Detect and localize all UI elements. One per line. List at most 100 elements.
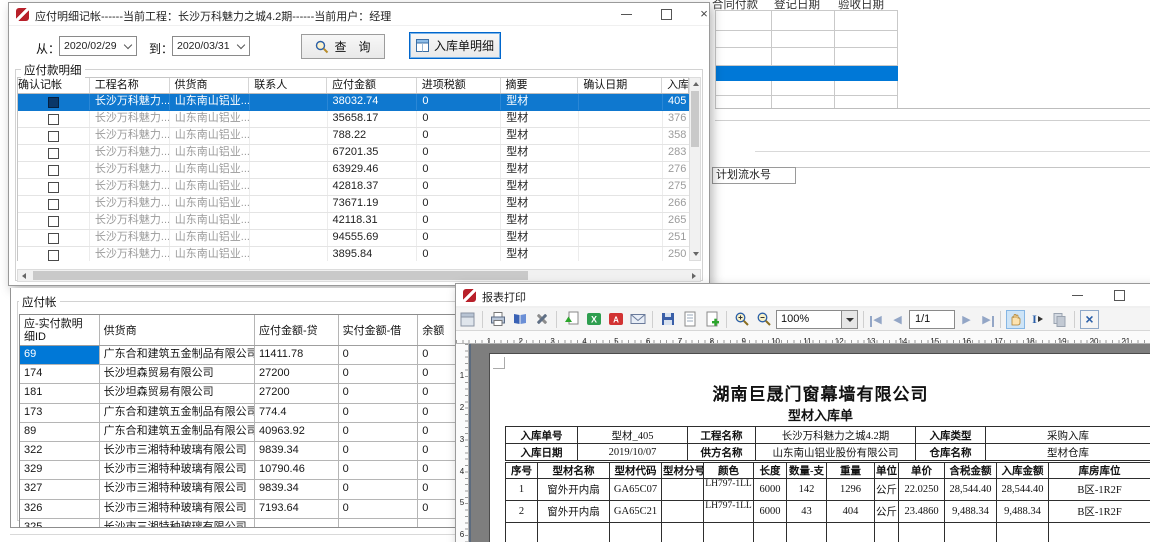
next-page-button[interactable]: ▶	[958, 313, 975, 326]
confirm-checkbox[interactable]	[48, 131, 59, 142]
info-value: 山东南山铝业股份有限公司	[756, 444, 916, 461]
hand-tool-button[interactable]	[1006, 310, 1025, 329]
page-button[interactable]	[680, 310, 699, 329]
col-header-contact: 联系人	[249, 78, 327, 93]
tools-icon[interactable]	[532, 310, 551, 329]
zoom-out-button[interactable]	[754, 310, 773, 329]
close-button[interactable]: ×	[687, 3, 721, 26]
desktop: 合同付款 登记日期 验收日期 计划流水号 应付明细记帐------当前工程：长沙…	[0, 0, 1150, 542]
ruler-number: 17	[983, 336, 1015, 344]
chevron-down-icon	[237, 41, 245, 49]
maximize-button[interactable]	[649, 3, 683, 26]
prev-page-button[interactable]: ◀	[889, 313, 906, 326]
titlebar[interactable]: 应付明细记帐------当前工程：长沙万科魅力之城4.2期------当前用户：…	[9, 3, 709, 26]
scroll-up-arrow[interactable]	[693, 82, 699, 86]
table-row[interactable]: 长沙万科魅力... 山东南山铝业... 38032.74 0 型材 405	[18, 94, 689, 111]
last-page-button[interactable]: ▶	[978, 313, 995, 326]
cell-confirm-date	[579, 94, 663, 110]
table-row[interactable]: 327 长沙市三湘特种玻璃有限公司 9839.34 0 0	[20, 480, 480, 499]
scroll-left-arrow[interactable]	[22, 273, 26, 279]
table-row[interactable]: 89 广东合和建筑五金制品有限公司 40963.92 0 0	[20, 423, 480, 442]
horizontal-scrollbar[interactable]	[17, 269, 701, 282]
scrollbar-thumb[interactable]	[691, 91, 699, 147]
confirm-checkbox[interactable]	[48, 114, 59, 125]
table-row[interactable]: 长沙万科魅力... 山东南山铝业... 788.22 0 型材 358	[18, 128, 689, 145]
export-button[interactable]	[562, 310, 581, 329]
inbound-detail-button[interactable]: 入库单明细	[409, 32, 501, 59]
first-page-button[interactable]: ◀	[869, 313, 886, 326]
confirm-checkbox[interactable]	[48, 182, 59, 193]
confirm-checkbox[interactable]	[48, 199, 59, 210]
table-row[interactable]: 长沙万科魅力... 山东南山铝业... 94555.69 0 型材 251	[18, 230, 689, 247]
excel-export-button[interactable]: X	[584, 310, 603, 329]
scrollbar-thumb[interactable]	[33, 271, 528, 280]
bg-grid-row-selected[interactable]	[716, 66, 898, 81]
table-row[interactable]: 长沙万科魅力... 山东南山铝业... 63929.46 0 型材 276	[18, 162, 689, 179]
add-page-button[interactable]	[702, 310, 721, 329]
close-button[interactable]: ×	[1144, 284, 1150, 307]
ruler-number: 15	[919, 336, 951, 344]
table-row[interactable]: 69 广东合和建筑五金制品有限公司 11411.78 0 0	[20, 346, 480, 365]
dropdown-arrow-icon[interactable]	[841, 311, 857, 328]
maximize-button[interactable]	[1102, 284, 1136, 307]
cell-project: 长沙万科魅力...	[90, 162, 170, 178]
bg-divider	[755, 151, 1150, 152]
table-row[interactable]: 173 广东合和建筑五金制品有限公司 774.4 0 0	[20, 404, 480, 423]
table-row[interactable]: 长沙万科魅力... 山东南山铝业... 67201.35 0 型材 283	[18, 145, 689, 162]
cell-detail-id: 326	[20, 500, 100, 518]
email-button[interactable]	[628, 310, 647, 329]
confirm-checkbox[interactable]	[48, 97, 59, 108]
query-button-label: 查 询	[334, 38, 370, 55]
minimize-button[interactable]	[609, 3, 643, 26]
info-value: 采购入库	[986, 427, 1150, 444]
cell-color	[704, 523, 754, 542]
confirm-checkbox[interactable]	[48, 148, 59, 159]
from-date-combo[interactable]: 2020/02/29	[59, 36, 137, 56]
bg-grid[interactable]	[715, 10, 898, 109]
copy-button[interactable]	[1050, 310, 1069, 329]
table-row[interactable]: 322 长沙市三湘特种玻璃有限公司 9839.34 0 0	[20, 442, 480, 461]
confirm-checkbox[interactable]	[48, 233, 59, 244]
scroll-down-arrow[interactable]	[693, 252, 699, 256]
cell-seq: 1	[506, 479, 538, 501]
close-preview-button[interactable]: ×	[1080, 310, 1099, 329]
confirm-checkbox[interactable]	[48, 165, 59, 176]
query-button[interactable]: 查 询	[301, 34, 385, 59]
table-row[interactable]: 长沙万科魅力... 山东南山铝业... 3895.84 0 型材 250	[18, 247, 689, 261]
to-date-combo[interactable]: 2020/03/31	[172, 36, 250, 56]
bg-grid-row[interactable]	[716, 31, 898, 48]
table-row[interactable]: 长沙万科魅力... 山东南山铝业... 35658.17 0 型材 376	[18, 111, 689, 128]
vertical-scrollbar[interactable]	[689, 77, 701, 261]
page-indicator[interactable]: 1/1	[909, 310, 955, 329]
bg-grid-row[interactable]	[716, 81, 898, 96]
cell-detail-id: 322	[20, 442, 100, 460]
form-icon[interactable]	[458, 310, 477, 329]
text-select-button[interactable]: I	[1028, 310, 1047, 329]
titlebar[interactable]: 报表打印 ×	[456, 284, 1150, 307]
table-row[interactable]: 长沙万科魅力... 山东南山铝业... 73671.19 0 型材 266	[18, 196, 689, 213]
table-row[interactable]: 325 长沙市三湘特种玻璃有限公司	[20, 519, 480, 527]
book-icon[interactable]	[510, 310, 529, 329]
table-row[interactable]: 329 长沙市三湘特种玻璃有限公司 10790.46 0 0	[20, 461, 480, 480]
confirm-checkbox[interactable]	[48, 216, 59, 227]
table-row[interactable]: 326 长沙市三湘特种玻璃有限公司 7193.64 0 0	[20, 500, 480, 519]
table-row[interactable]: 长沙万科魅力... 山东南山铝业... 42818.37 0 型材 275	[18, 179, 689, 196]
minimize-button[interactable]	[1060, 284, 1094, 307]
cell-supplier: 长沙坦森贸易有限公司	[100, 365, 255, 383]
table-row[interactable]: 181 长沙坦森贸易有限公司 27200 0 0	[20, 384, 480, 403]
zoom-in-button[interactable]	[732, 310, 751, 329]
bg-grid-row[interactable]	[716, 48, 898, 66]
table-row[interactable]: 长沙万科魅力... 山东南山铝业... 42118.31 0 型材 265	[18, 213, 689, 230]
confirm-checkbox[interactable]	[48, 250, 59, 261]
zoom-select[interactable]: 100%	[776, 310, 858, 329]
table-row[interactable]: 174 长沙坦森贸易有限公司 27200 0 0	[20, 365, 480, 384]
save-button[interactable]	[658, 310, 677, 329]
pdf-export-button[interactable]: A	[606, 310, 625, 329]
cell-supplier: 长沙市三湘特种玻璃有限公司	[100, 500, 255, 518]
ruler-number: 5	[600, 336, 632, 344]
ruler-number: 21	[1110, 336, 1142, 344]
bg-grid-row[interactable]	[716, 11, 898, 31]
scroll-right-arrow[interactable]	[692, 273, 696, 279]
print-button[interactable]	[488, 310, 507, 329]
print-preview-area[interactable]: 湖南巨晟门窗幕墙有限公司 型材入库单 入库单号 型材_405 工程名称 长沙万科…	[469, 344, 1150, 542]
